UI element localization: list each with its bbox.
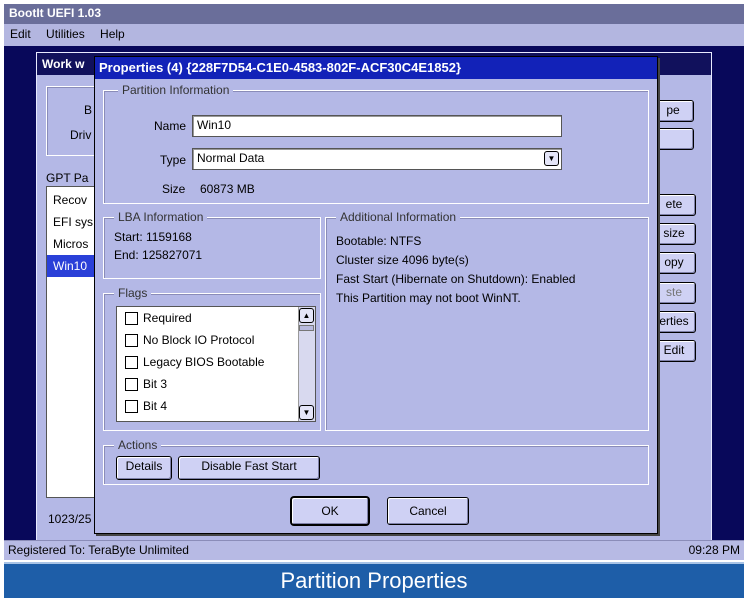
flags-group: Flags Required No Block IO Protocol Lega… [103, 286, 321, 431]
partition-item[interactable]: Recov [53, 193, 87, 207]
bg-paste-button[interactable]: ste [652, 282, 696, 304]
type-label: Type [160, 153, 187, 167]
flag-label: No Block IO Protocol [143, 333, 255, 347]
additional-info-legend: Additional Information [336, 210, 461, 224]
size-value: 60873 MB [200, 182, 255, 196]
partition-item-selected[interactable]: Win10 [47, 255, 95, 277]
bg-label-b: B [84, 103, 93, 117]
flag-item[interactable]: Bit 3 [125, 377, 167, 397]
properties-dialog: Properties (4) {228F7D54-C1E0-4583-802F-… [94, 56, 658, 534]
menu-utilities[interactable]: Utilities [40, 24, 91, 44]
ok-button[interactable]: OK [291, 497, 369, 525]
flag-item[interactable]: Legacy BIOS Bootable [125, 355, 264, 375]
flag-item[interactable]: No Block IO Protocol [125, 333, 254, 353]
app-title: BootIt UEFI 1.03 [9, 6, 102, 20]
additional-line: Cluster size 4096 byte(s) [336, 253, 469, 267]
scroll-down-icon[interactable]: ▼ [299, 405, 314, 420]
dialog-title: Properties (4) {228F7D54-C1E0-4583-802F-… [95, 57, 657, 79]
caption-text: Partition Properties [280, 568, 468, 593]
additional-line: Bootable: NTFS [336, 234, 422, 248]
caption-banner: Partition Properties [4, 562, 744, 598]
clock-text: 09:28 PM [688, 543, 740, 557]
flag-item[interactable]: Required [125, 311, 192, 331]
bg-edit-button[interactable]: Edit [652, 340, 696, 362]
additional-line: Fast Start (Hibernate on Shutdown): Enab… [336, 272, 576, 286]
lba-end: End: 125827071 [114, 248, 203, 262]
partition-list[interactable]: Recov EFI sys Micros Win10 [46, 186, 96, 498]
lba-start: Start: 1159168 [114, 230, 192, 244]
actions-group: Actions Details Disable Fast Start [103, 438, 649, 485]
bg-label-drive: Driv [70, 128, 92, 142]
actions-legend: Actions [114, 438, 162, 452]
partition-info-group: Partition Information Name Win10 Type No… [103, 83, 649, 204]
bg-position-text: 1023/25 [48, 512, 92, 526]
drive-group [46, 86, 96, 156]
bg-copy-button[interactable]: opy [652, 252, 696, 274]
flag-label: Required [143, 311, 192, 325]
flag-item[interactable]: Bit 4 [125, 399, 167, 419]
disable-fast-start-button[interactable]: Disable Fast Start [178, 456, 320, 480]
details-button[interactable]: Details [116, 456, 172, 480]
type-select-value: Normal Data [197, 151, 265, 165]
flag-label: Legacy BIOS Bootable [143, 355, 265, 369]
partition-item[interactable]: EFI sys [53, 215, 93, 229]
size-label: Size [162, 182, 186, 196]
registered-text: Registered To: TeraByte Unlimited [8, 543, 189, 557]
checkbox[interactable] [125, 356, 138, 370]
lba-info-legend: LBA Information [114, 210, 208, 224]
menu-edit[interactable]: Edit [4, 24, 37, 44]
name-label: Name [154, 119, 186, 133]
menu-help[interactable]: Help [94, 24, 131, 44]
checkbox[interactable] [125, 378, 138, 392]
bg-resize-button[interactable]: size [652, 223, 696, 245]
scroll-up-icon[interactable]: ▲ [299, 308, 314, 323]
additional-line: This Partition may not boot WinNT. [336, 291, 521, 305]
status-bar: Registered To: TeraByte Unlimited 09:28 … [4, 540, 744, 560]
flags-list[interactable]: Required No Block IO Protocol Legacy BIO… [116, 306, 316, 422]
checkbox[interactable] [125, 400, 138, 414]
type-select[interactable]: Normal Data ▼ [192, 148, 562, 170]
chevron-down-icon[interactable]: ▼ [544, 151, 559, 166]
menu-bar: Edit Utilities Help [4, 24, 744, 46]
flag-label: Bit 3 [143, 377, 168, 391]
flags-scrollbar[interactable]: ▲ ▼ [298, 307, 315, 421]
checkbox[interactable] [125, 334, 138, 348]
bg-type-button[interactable]: pe [652, 100, 694, 122]
name-input[interactable]: Win10 [192, 115, 562, 137]
partition-item[interactable]: Micros [53, 237, 88, 251]
bg-properties-button[interactable]: erties [652, 311, 696, 333]
gpt-partitions-label: GPT Pa [46, 171, 89, 185]
cancel-button[interactable]: Cancel [387, 497, 469, 525]
name-label-text: Name [154, 119, 187, 133]
app-titlebar: BootIt UEFI 1.03 [4, 4, 744, 24]
flag-label: Bit 4 [143, 399, 168, 413]
bg-delete-button[interactable]: ete [652, 194, 696, 216]
bg-button[interactable] [652, 128, 694, 150]
scroll-thumb[interactable] [299, 325, 314, 331]
checkbox[interactable] [125, 312, 138, 326]
flags-legend: Flags [114, 286, 152, 300]
lba-info-group: LBA Information Start: 1159168 End: 1258… [103, 210, 321, 279]
partition-info-legend: Partition Information [118, 83, 234, 97]
additional-info-group: Additional Information Bootable: NTFS Cl… [325, 210, 649, 431]
